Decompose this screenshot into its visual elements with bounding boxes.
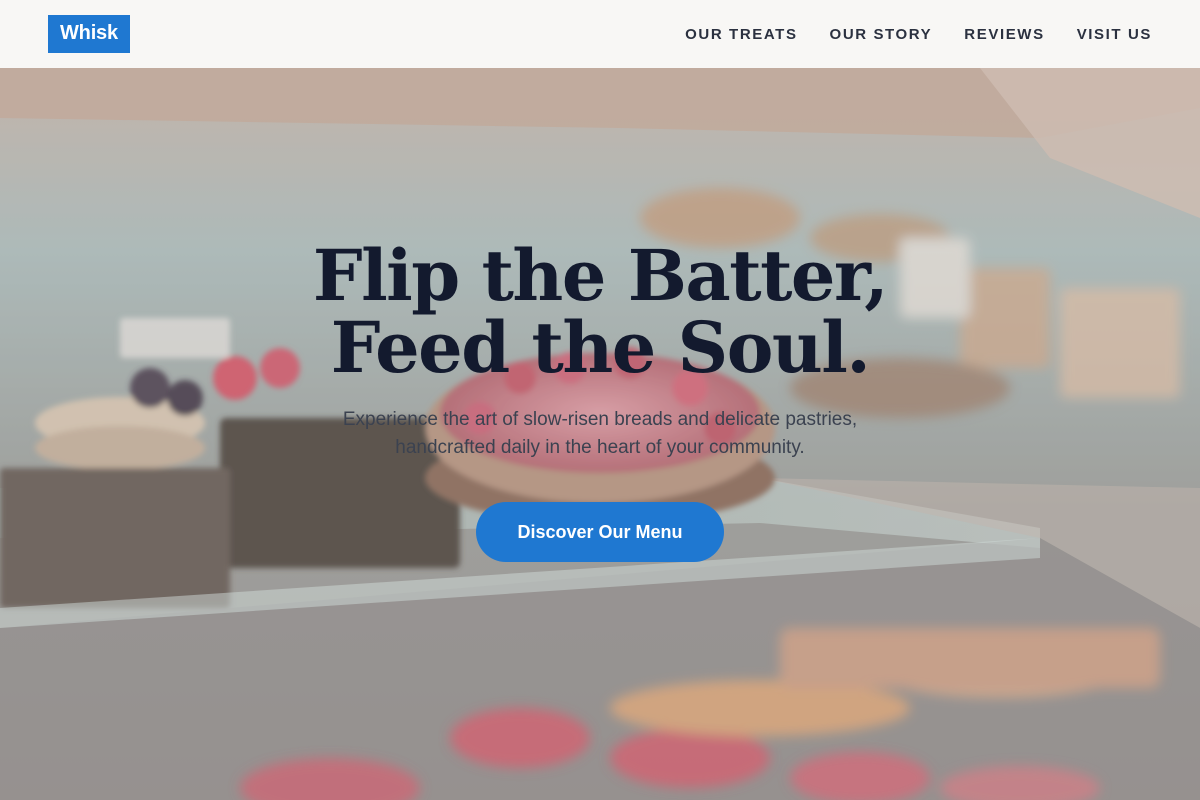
- logo[interactable]: Whisk: [48, 15, 130, 53]
- hero-headline-line2: Feed the Soul.: [330, 306, 871, 389]
- site-header: Whisk OUR TREATS OUR STORY REVIEWS VISIT…: [0, 0, 1200, 68]
- hero-subtitle-line2: handcrafted daily in the heart of your c…: [395, 437, 805, 458]
- nav-link-our-story[interactable]: OUR STORY: [830, 26, 933, 43]
- nav-link-visit-us[interactable]: VISIT US: [1077, 26, 1152, 43]
- hero-section: Flip the Batter, Feed the Soul. Experien…: [0, 68, 1200, 800]
- nav-link-our-treats[interactable]: OUR TREATS: [685, 26, 797, 43]
- hero-content: Flip the Batter, Feed the Soul. Experien…: [0, 240, 1200, 562]
- nav-link-reviews[interactable]: REVIEWS: [964, 26, 1044, 43]
- discover-menu-button[interactable]: Discover Our Menu: [476, 502, 724, 562]
- hero-headline-line1: Flip the Batter,: [312, 234, 889, 317]
- hero-subtitle-line1: Experience the art of slow-risen breads …: [342, 409, 858, 430]
- hero-headline: Flip the Batter, Feed the Soul.: [0, 240, 1200, 384]
- main-nav: OUR TREATS OUR STORY REVIEWS VISIT US: [685, 26, 1152, 43]
- hero-subtitle: Experience the art of slow-risen breads …: [280, 406, 920, 462]
